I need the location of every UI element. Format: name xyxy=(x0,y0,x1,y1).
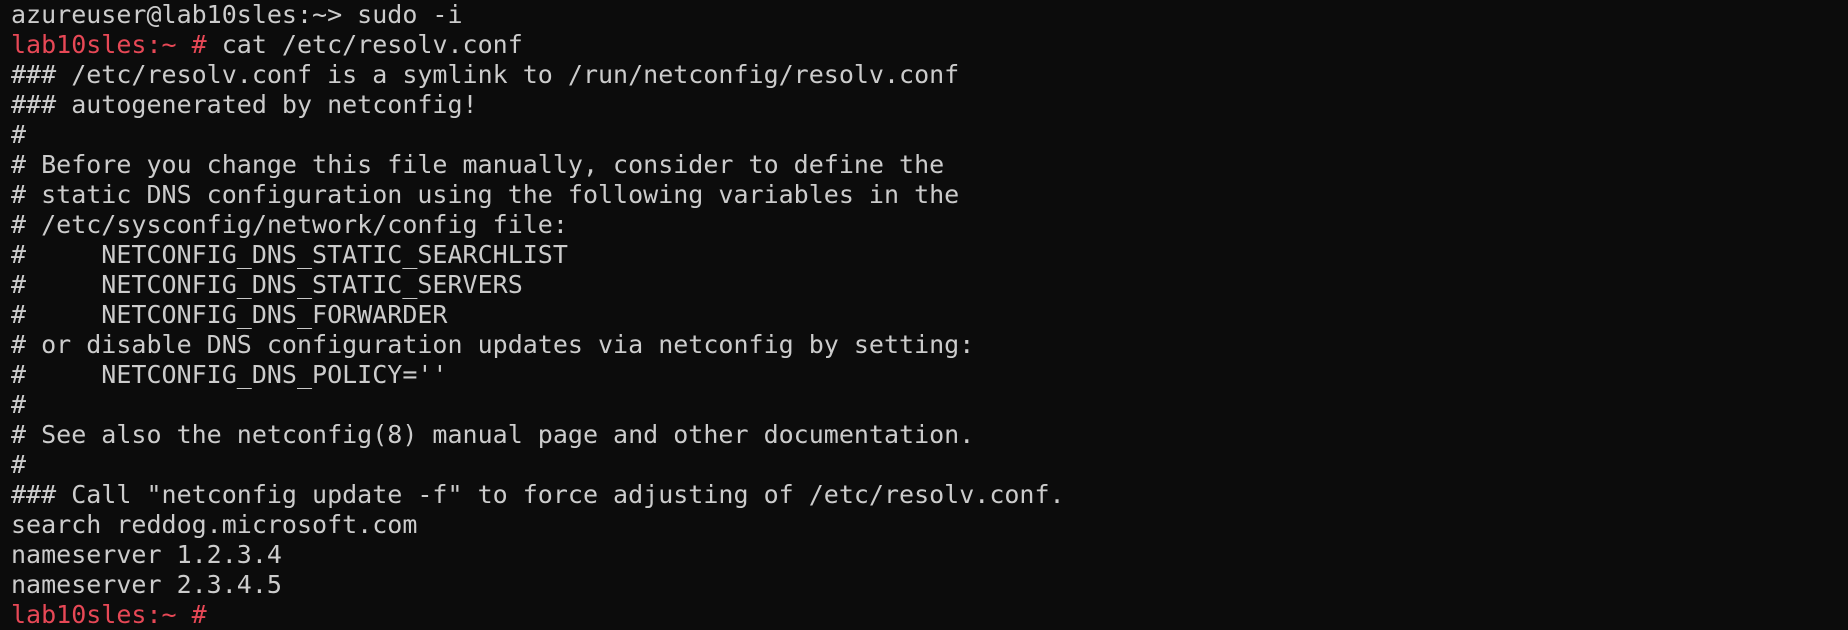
terminal-line: lab10sles:~ # cat /etc/resolv.conf xyxy=(11,30,1848,60)
terminal-line: ### /etc/resolv.conf is a symlink to /ru… xyxy=(11,60,1848,90)
output-text: # or disable DNS configuration updates v… xyxy=(11,330,975,359)
output-text: nameserver 1.2.3.4 xyxy=(11,540,282,569)
output-text: ### autogenerated by netconfig! xyxy=(11,90,478,119)
terminal-line: # NETCONFIG_DNS_STATIC_SERVERS xyxy=(11,270,1848,300)
terminal-line: # NETCONFIG_DNS_POLICY='' xyxy=(11,360,1848,390)
output-text: # xyxy=(11,450,27,479)
output-text: # static DNS configuration using the fol… xyxy=(11,180,960,209)
output-text: # NETCONFIG_DNS_POLICY='' xyxy=(11,360,448,389)
output-text: # NETCONFIG_DNS_STATIC_SEARCHLIST xyxy=(11,240,568,269)
terminal-output: azureuser@lab10sles:~> sudo -i lab10sles:… xyxy=(11,0,1848,630)
output-text: # NETCONFIG_DNS_FORWARDER xyxy=(11,300,448,329)
terminal-line: # xyxy=(11,390,1848,420)
terminal-line: # xyxy=(11,120,1848,150)
terminal-line: ### Call "netconfig update -f" to force … xyxy=(11,480,1848,510)
input-cursor[interactable] xyxy=(207,603,221,629)
terminal-line: # NETCONFIG_DNS_STATIC_SEARCHLIST xyxy=(11,240,1848,270)
terminal-line: # xyxy=(11,450,1848,480)
terminal-line: ### autogenerated by netconfig! xyxy=(11,90,1848,120)
output-text: # Before you change this file manually, … xyxy=(11,150,945,179)
terminal-window[interactable]: azureuser@lab10sles:~> sudo -i lab10sles:… xyxy=(0,0,1848,630)
terminal-line: # /etc/sysconfig/network/config file: xyxy=(11,210,1848,240)
output-text: # xyxy=(11,390,27,419)
output-text: ### /etc/resolv.conf is a symlink to /ru… xyxy=(11,60,960,89)
terminal-line: # Before you change this file manually, … xyxy=(11,150,1848,180)
terminal-line: nameserver 1.2.3.4 xyxy=(11,540,1848,570)
terminal-line: lab10sles:~ # xyxy=(11,600,1848,630)
terminal-line: # static DNS configuration using the fol… xyxy=(11,180,1848,210)
output-text: ### Call "netconfig update -f" to force … xyxy=(11,480,1065,509)
command-text: cat /etc/resolv.conf xyxy=(206,30,523,59)
output-text: azureuser@lab10sles:~> sudo -i xyxy=(11,0,463,29)
terminal-line: # NETCONFIG_DNS_FORWARDER xyxy=(11,300,1848,330)
output-text: nameserver 2.3.4.5 xyxy=(11,570,282,599)
shell-prompt: lab10sles:~ # xyxy=(11,30,207,59)
terminal-line: nameserver 2.3.4.5 xyxy=(11,570,1848,600)
output-text: search reddog.microsoft.com xyxy=(11,510,418,539)
output-text: # xyxy=(11,120,27,149)
terminal-line: azureuser@lab10sles:~> sudo -i xyxy=(11,0,1848,30)
terminal-line: # See also the netconfig(8) manual page … xyxy=(11,420,1848,450)
output-text: # NETCONFIG_DNS_STATIC_SERVERS xyxy=(11,270,523,299)
output-text: # /etc/sysconfig/network/config file: xyxy=(11,210,568,239)
output-text: # See also the netconfig(8) manual page … xyxy=(11,420,975,449)
terminal-line: search reddog.microsoft.com xyxy=(11,510,1848,540)
shell-prompt: lab10sles:~ # xyxy=(11,600,207,629)
terminal-line: # or disable DNS configuration updates v… xyxy=(11,330,1848,360)
